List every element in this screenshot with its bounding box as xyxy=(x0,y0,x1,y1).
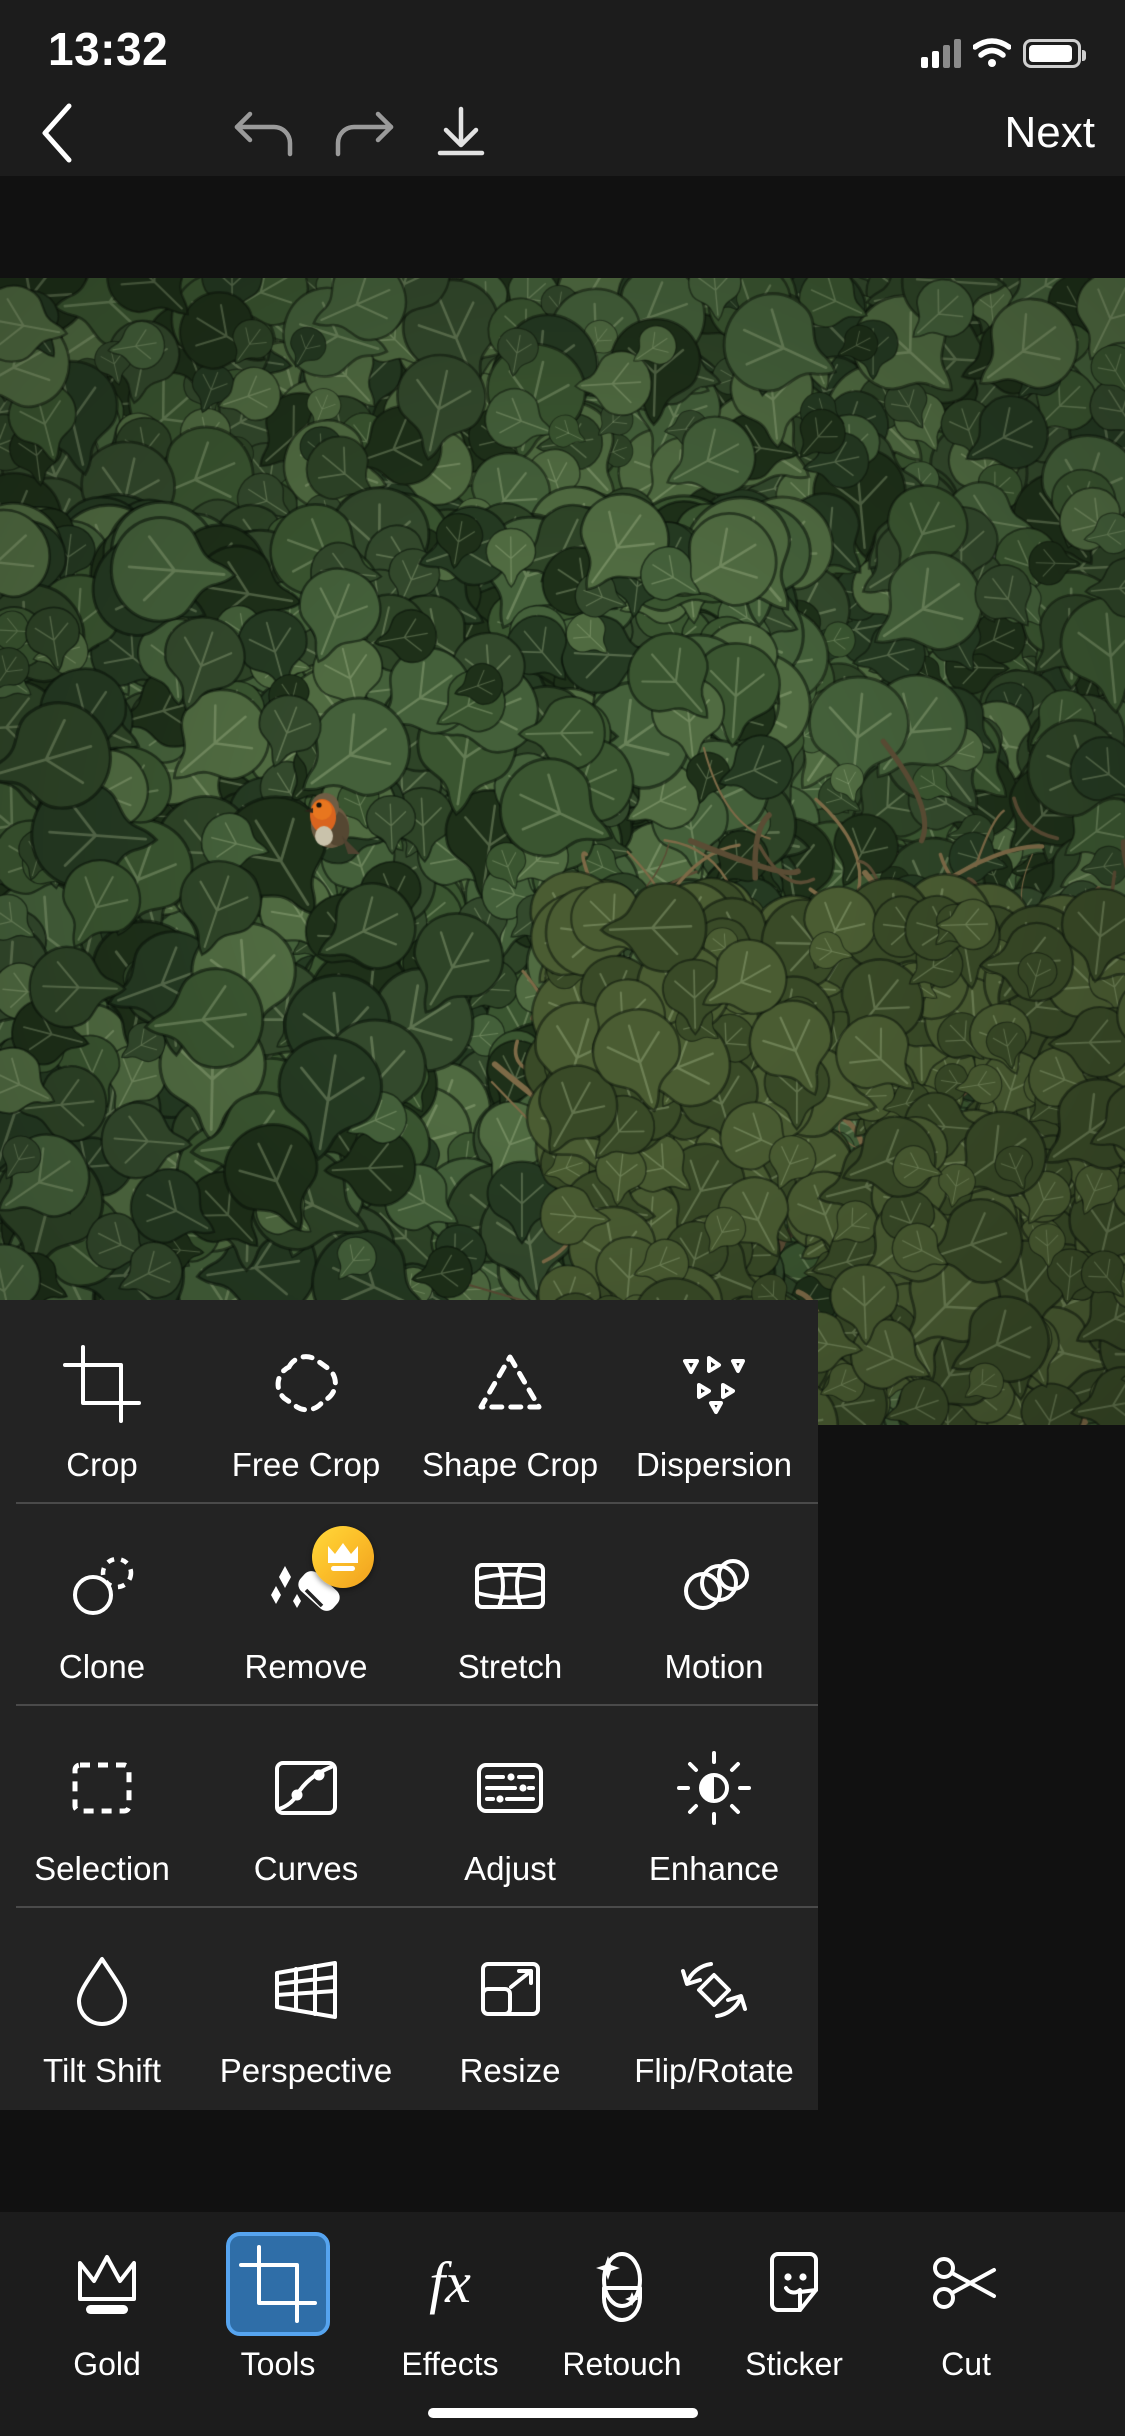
tool-item-label: Selection xyxy=(34,1850,170,1887)
status-bar-time: 13:32 xyxy=(48,23,169,75)
wifi-icon xyxy=(972,38,1012,68)
tool-item-motion[interactable]: Motion xyxy=(612,1502,816,1704)
tools-row: Tilt Shift Perspective Resize Flip/Rotat… xyxy=(0,1906,818,2108)
adjust-icon xyxy=(464,1742,556,1834)
edited-photo[interactable] xyxy=(0,278,1125,1425)
stretch-icon xyxy=(464,1540,556,1632)
free-crop-icon xyxy=(260,1338,352,1430)
back-button[interactable] xyxy=(18,94,96,172)
save-download-button[interactable] xyxy=(406,94,516,172)
tab-strip-scroll[interactable]: Gold Tools fx Effects Retouch Sticker Cut xyxy=(22,2212,1125,2402)
status-bar: 13:32 xyxy=(0,0,1125,88)
tool-item-label: Flip/Rotate xyxy=(634,2052,794,2089)
tool-item-label: Stretch xyxy=(457,1648,563,1685)
crop-icon xyxy=(56,1338,148,1430)
tool-item-label: Remove xyxy=(244,1648,368,1685)
dispersion-icon xyxy=(668,1338,760,1430)
fx-icon: fx xyxy=(398,2232,502,2336)
tool-item-perspective[interactable]: Perspective xyxy=(204,1906,408,2108)
flip-rotate-icon xyxy=(668,1944,760,2036)
tool-item-label: Clone xyxy=(58,1648,146,1685)
chevron-left-icon xyxy=(42,103,72,163)
tab-gold[interactable]: Gold xyxy=(22,2232,192,2383)
remove-eraser-icon xyxy=(260,1526,374,1632)
tilt-shift-icon xyxy=(56,1944,148,2036)
redo-arrow-icon xyxy=(335,111,394,157)
resize-icon xyxy=(464,1944,556,2036)
tool-item-selection[interactable]: Selection xyxy=(0,1704,204,1906)
tool-item-clone[interactable]: Clone xyxy=(0,1502,204,1704)
undo-arrow-icon xyxy=(234,111,293,157)
download-icon xyxy=(437,106,485,156)
tab-label: Sticker xyxy=(745,2346,843,2382)
shape-crop-icon xyxy=(464,1338,556,1430)
tab-label: Retouch xyxy=(562,2346,682,2382)
tool-item-shape-crop[interactable]: Shape Crop xyxy=(408,1300,612,1502)
tab-sticker[interactable]: Sticker xyxy=(708,2232,880,2383)
tab-label: Tools xyxy=(240,2346,316,2382)
cellular-signal-icon xyxy=(921,38,961,68)
tool-item-label: Dispersion xyxy=(636,1446,792,1483)
tool-item-label: Tilt Shift xyxy=(43,2052,161,2089)
clone-icon xyxy=(56,1540,148,1632)
tool-item-label: Shape Crop xyxy=(421,1446,599,1483)
undo-button[interactable] xyxy=(210,94,320,172)
tab-cut[interactable]: Cut xyxy=(880,2232,1052,2383)
tool-item-resize[interactable]: Resize xyxy=(408,1906,612,2108)
pro-crown-badge-icon xyxy=(312,1526,374,1588)
tools-row: Crop Free Crop Shape Crop Dispersion xyxy=(0,1300,818,1502)
perspective-icon xyxy=(260,1944,352,2036)
cutout-scissors-icon xyxy=(914,2232,1018,2336)
tool-item-flip-rotate[interactable]: Flip/Rotate xyxy=(612,1906,816,2108)
next-button-label: Next xyxy=(1004,108,1095,157)
bottom-tab-bar: Gold Tools fx Effects Retouch Sticker Cut xyxy=(0,2212,1125,2436)
photo-editor-screen: 13:32 Next Crop Free Crop Shape Crop Dis… xyxy=(0,0,1125,2436)
tools-row: Selection Curves Adjust Enhance xyxy=(0,1704,818,1906)
tool-item-free-crop[interactable]: Free Crop xyxy=(204,1300,408,1502)
tool-item-label: Motion xyxy=(664,1648,764,1685)
next-button[interactable]: Next xyxy=(1005,94,1095,172)
svg-text:fx: fx xyxy=(429,2250,471,2315)
face-retouch-icon xyxy=(570,2232,674,2336)
crown-icon xyxy=(55,2232,159,2336)
tool-item-adjust[interactable]: Adjust xyxy=(408,1704,612,1906)
tool-item-remove[interactable]: Remove xyxy=(204,1502,408,1704)
crop-icon xyxy=(226,2232,330,2336)
tab-strip: Gold Tools fx Effects Retouch Sticker Cut xyxy=(22,2212,1052,2402)
tool-item-tilt-shift[interactable]: Tilt Shift xyxy=(0,1906,204,2108)
battery-icon xyxy=(1023,39,1086,68)
motion-icon xyxy=(668,1540,760,1632)
enhance-icon xyxy=(668,1742,760,1834)
editor-top-toolbar: Next xyxy=(0,88,1125,176)
tool-item-label: Curves xyxy=(253,1850,359,1887)
tool-item-crop[interactable]: Crop xyxy=(0,1300,204,1502)
tool-item-curves[interactable]: Curves xyxy=(204,1704,408,1906)
tab-label: Gold xyxy=(73,2346,141,2382)
tab-label: Effects xyxy=(401,2346,499,2382)
tab-label: Cut xyxy=(941,2346,991,2382)
curves-icon xyxy=(260,1742,352,1834)
tab-tools[interactable]: Tools xyxy=(192,2232,364,2383)
tool-item-label: Perspective xyxy=(219,2052,393,2089)
tools-grid-panel: Crop Free Crop Shape Crop Dispersion Clone … xyxy=(0,1300,818,2110)
tool-item-label: Resize xyxy=(459,2052,561,2089)
tool-item-label: Enhance xyxy=(648,1850,780,1887)
tool-item-label: Free Crop xyxy=(231,1446,381,1483)
sticker-face-icon xyxy=(742,2232,846,2336)
tool-item-enhance[interactable]: Enhance xyxy=(612,1704,816,1906)
tool-item-label: Adjust xyxy=(464,1850,556,1887)
tools-row: Clone Remove Stretch Motion xyxy=(0,1502,818,1704)
redo-button[interactable] xyxy=(308,94,418,172)
selection-icon xyxy=(56,1742,148,1834)
tool-item-stretch[interactable]: Stretch xyxy=(408,1502,612,1704)
home-indicator xyxy=(427,2408,698,2418)
tool-item-dispersion[interactable]: Dispersion xyxy=(612,1300,816,1502)
tab-effects[interactable]: fx Effects xyxy=(364,2232,536,2383)
tab-retouch[interactable]: Retouch xyxy=(536,2232,708,2383)
status-bar-indicators xyxy=(921,28,1086,68)
tool-item-label: Crop xyxy=(66,1446,138,1483)
